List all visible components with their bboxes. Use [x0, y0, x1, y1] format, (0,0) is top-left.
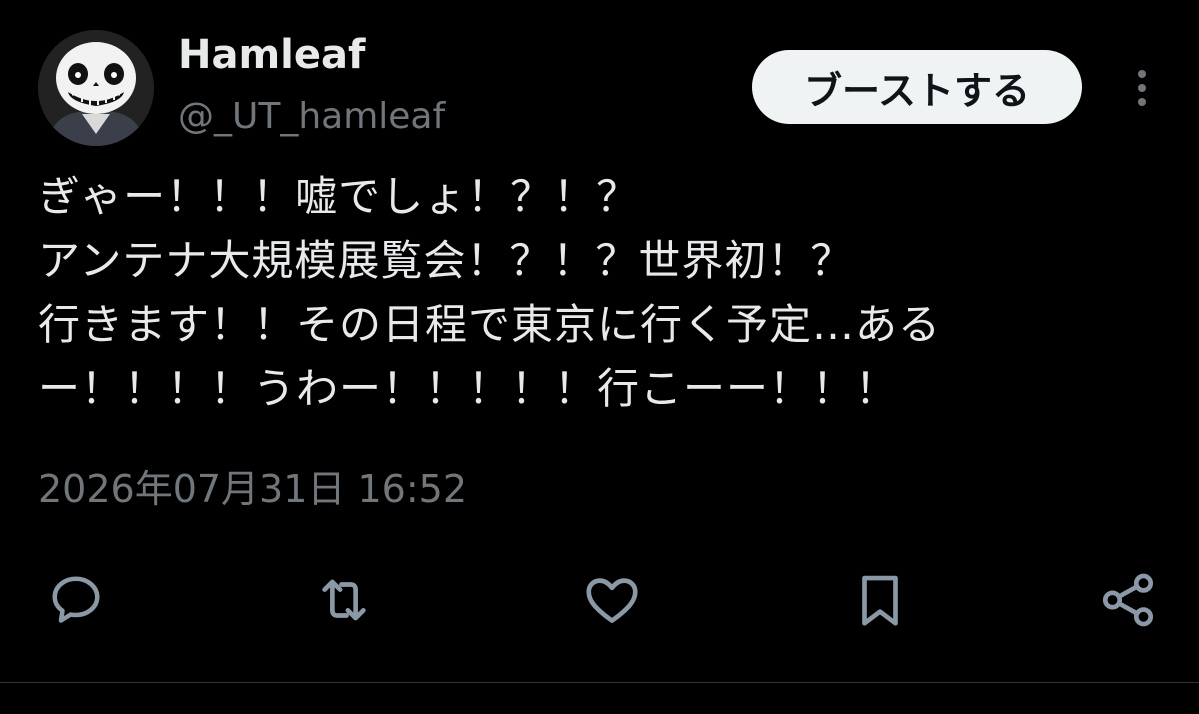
author-name[interactable]: Hamleaf — [178, 32, 365, 78]
like-icon — [586, 578, 638, 623]
bookmark-button[interactable] — [848, 568, 912, 632]
post-card: Hamleaf @_UT_hamleaf ブーストする ぎゃー！！！嘘でしょ！？… — [0, 0, 1199, 714]
tweet-text: ぎゃー！！！嘘でしょ！？！？ アンテナ大規模展覧会！？！？世界初！？ 行きます！… — [38, 165, 1168, 421]
share-icon — [1102, 573, 1154, 627]
tweet-timestamp[interactable]: 2026年07月31日 16:52 — [38, 458, 467, 513]
retweet-icon — [322, 579, 366, 621]
more-options-button[interactable] — [1120, 64, 1164, 112]
tweet-line: ぎゃー！！！嘘でしょ！？！？ — [38, 172, 640, 221]
reply-button[interactable] — [44, 568, 108, 632]
avatar-image — [38, 30, 154, 146]
author-handle[interactable]: @_UT_hamleaf — [178, 96, 445, 137]
like-button[interactable] — [580, 568, 644, 632]
tweet-line: ー！！！！うわー！！！！！行こーー！！！ — [38, 364, 899, 413]
tweet-line: 行きます！！その日程で東京に行く予定…ある — [38, 300, 942, 349]
bookmark-icon — [862, 575, 898, 626]
boost-button[interactable]: ブーストする — [752, 50, 1082, 124]
avatar[interactable] — [38, 30, 154, 146]
reply-icon — [52, 576, 100, 623]
retweet-button[interactable] — [312, 568, 376, 632]
share-button[interactable] — [1096, 568, 1160, 632]
divider — [0, 682, 1199, 683]
vertical-ellipsis-icon — [1138, 70, 1146, 106]
tweet-line: アンテナ大規模展覧会！？！？世界初！？ — [38, 236, 854, 285]
